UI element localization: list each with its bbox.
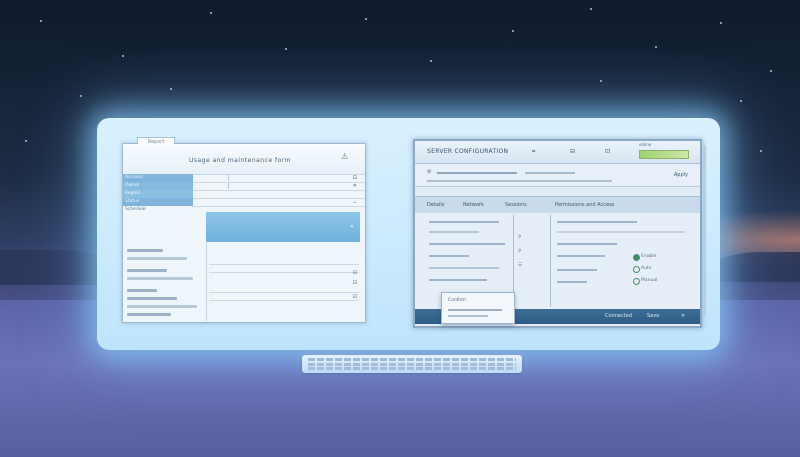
grid-icon[interactable]: ⌗ [532, 148, 535, 156]
connection-status: Connected [605, 313, 632, 319]
field-line[interactable] [557, 269, 597, 271]
option-radio[interactable] [633, 266, 640, 273]
row-label-cell: Schedule [123, 206, 193, 214]
field-line[interactable] [557, 281, 587, 283]
field-placeholder [127, 297, 177, 300]
field-line [209, 264, 359, 265]
divider [228, 175, 229, 181]
field-line [209, 272, 359, 273]
field-line[interactable] [429, 279, 487, 281]
field-line[interactable] [429, 243, 505, 245]
field-line [209, 292, 359, 293]
field-placeholder [127, 269, 167, 272]
floating-dialog[interactable]: Confirm [441, 292, 515, 324]
row-action-icon[interactable]: ⊡ [353, 270, 357, 276]
apply-button[interactable]: Apply [674, 172, 688, 178]
field-line [209, 300, 359, 301]
selected-region[interactable]: ✕ [206, 212, 360, 242]
option-label: Manual [641, 278, 658, 283]
row-label: Account [125, 175, 144, 180]
scrollbar[interactable] [703, 145, 706, 315]
tab-bar: Details Network Sessions Permissions and… [415, 196, 700, 214]
row-label: Status [125, 199, 140, 204]
status-label: online [639, 142, 652, 147]
divider [228, 183, 229, 189]
field-line[interactable] [429, 267, 499, 269]
row-label: Region [125, 191, 141, 196]
right-window-header: SERVER CONFIGURATION ⌗ ⊟ ⊡ online [415, 141, 700, 164]
tab-permissions[interactable]: Permissions and Access [555, 202, 614, 208]
option-label: Enable [641, 254, 657, 259]
app-title: SERVER CONFIGURATION [427, 148, 509, 155]
unit-icon: ⚲ [518, 249, 522, 254]
save-button[interactable]: Save [647, 313, 659, 319]
text-placeholder [448, 309, 502, 311]
close-icon[interactable]: ✕ [681, 313, 685, 319]
field-line[interactable] [557, 243, 617, 245]
field-line[interactable] [429, 221, 499, 223]
option-radio[interactable] [633, 278, 640, 285]
online-status-bar [639, 150, 689, 159]
bullet-icon: · [211, 265, 213, 271]
key-row [308, 367, 516, 370]
field-line[interactable] [557, 255, 605, 257]
dialog-text: Confirm [448, 298, 466, 303]
input-field[interactable] [557, 231, 685, 233]
left-field-column [123, 243, 207, 321]
close-icon[interactable]: ✕ [350, 224, 354, 230]
window-icon[interactable]: ⊡ [605, 148, 610, 155]
chevron-down-icon[interactable]: ⌄ [353, 198, 357, 206]
text-placeholder [437, 172, 517, 174]
unit-icon: ⚲ [518, 235, 522, 240]
warning-icon[interactable]: ⚠ [341, 153, 349, 161]
text-placeholder [525, 172, 575, 174]
settings-icon[interactable]: ⚙ [427, 169, 431, 175]
field-line[interactable] [429, 231, 479, 233]
field-placeholder [127, 257, 187, 260]
row-label-cell: Region [123, 190, 193, 198]
tab-sessions[interactable]: Sessions [505, 202, 527, 208]
field-line[interactable] [429, 255, 469, 257]
field-placeholder [127, 313, 171, 316]
keyboard[interactable] [302, 355, 522, 373]
divider [550, 215, 551, 307]
subheader: ⚙ Apply [415, 164, 700, 187]
key-row [308, 362, 516, 366]
left-form-window: Report Usage and maintenance form ⚠ Acco… [122, 137, 366, 323]
tab-details[interactable]: Details [427, 202, 444, 208]
option-radio[interactable] [633, 254, 640, 261]
row-label: Schedule [125, 207, 146, 212]
tab-network[interactable]: Network [463, 202, 484, 208]
minimize-icon[interactable]: ⊟ [570, 148, 575, 155]
row-label-cell: Account [123, 174, 193, 182]
close-icon[interactable]: ✕ [353, 182, 357, 190]
field-placeholder [127, 305, 197, 308]
row-label: Owner [125, 183, 140, 188]
field-placeholder [127, 289, 157, 292]
left-window-titlebar: Usage and maintenance form ⚠ [123, 144, 365, 175]
unit-icon: ☰ [518, 263, 523, 268]
field-placeholder [127, 277, 193, 280]
row-action-icon[interactable]: ⊡ [353, 294, 357, 300]
row-action-icon[interactable]: ⊡ [353, 280, 357, 286]
key-row [308, 358, 516, 361]
page-title: Usage and maintenance form [189, 157, 292, 164]
option-label: Auto [641, 266, 652, 271]
field-line[interactable] [557, 221, 637, 223]
row-label-cell: Status [123, 198, 193, 206]
row-action-icon[interactable]: ⊡ [353, 174, 357, 182]
text-placeholder [448, 315, 488, 317]
row-label-cell: Owner [123, 182, 193, 190]
text-placeholder [427, 180, 612, 182]
field-placeholder [127, 249, 163, 252]
